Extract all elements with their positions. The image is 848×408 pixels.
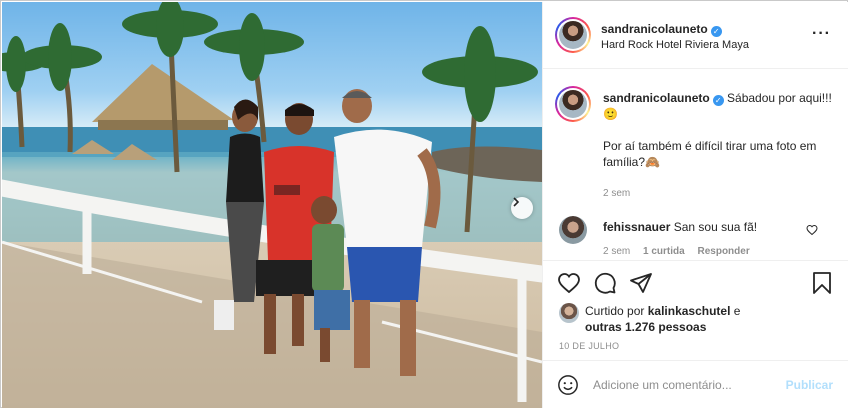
carousel-next-button[interactable] (511, 197, 533, 219)
share-icon[interactable] (629, 271, 653, 295)
publish-button[interactable]: Publicar (786, 378, 833, 392)
comment-icon[interactable] (593, 271, 617, 295)
liker-username[interactable]: kalinkaschutel (648, 304, 731, 318)
caption-text: sandranicolauneto ✓ Sábadou por aqui!!!🙂 … (603, 90, 833, 202)
likes-prefix: Curtido por (585, 304, 645, 318)
add-comment-bar: Publicar (543, 360, 848, 408)
caption-block: sandranicolauneto ✓ Sábadou por aqui!!!🙂 … (543, 70, 848, 260)
post-window: sandranicolauneto ✓ Hard Rock Hotel Rivie… (0, 0, 848, 408)
caption-username[interactable]: sandranicolauneto (603, 91, 710, 105)
author-avatar[interactable] (555, 17, 591, 53)
verified-badge-icon: ✓ (710, 26, 722, 37)
post-date[interactable]: 10 DE JULHO (559, 341, 619, 351)
author-username[interactable]: sandranicolauneto (601, 22, 708, 36)
post-header: sandranicolauneto ✓ Hard Rock Hotel Rivie… (543, 2, 848, 69)
caption-author-avatar[interactable] (555, 86, 591, 122)
post-photo[interactable] (2, 2, 542, 408)
family-beach-photo (2, 2, 542, 408)
heart-icon[interactable] (557, 271, 581, 295)
post-details-panel: sandranicolauneto ✓ Hard Rock Hotel Rivie… (542, 2, 848, 408)
reply-button[interactable]: Responder (697, 246, 749, 257)
verified-badge-icon: ✓ (712, 95, 724, 106)
post-actions: Curtido por kalinkaschutel e outras 1.27… (543, 260, 848, 360)
chevron-right-icon (513, 197, 520, 207)
caption-time[interactable]: 2 sem (603, 186, 833, 202)
comment-input[interactable] (593, 375, 773, 395)
commenter-username[interactable]: fehissnauer (603, 220, 670, 234)
comment-likes[interactable]: 1 curtida (643, 246, 685, 257)
likes-others[interactable]: outras 1.276 pessoas (585, 320, 706, 334)
emoji-icon[interactable] (557, 374, 579, 396)
comment-time[interactable]: 2 sem (603, 246, 630, 257)
commenter-avatar[interactable] (559, 216, 587, 244)
bookmark-icon[interactable] (811, 271, 833, 295)
liker-avatar[interactable] (559, 303, 579, 323)
comment-text: San sou sua fã! (673, 220, 758, 234)
post-location[interactable]: Hard Rock Hotel Riviera Maya (601, 39, 749, 51)
caption-line-2: Por aí também é difícil tirar uma foto e… (603, 139, 817, 169)
likes-connector: e (733, 304, 741, 318)
more-options-icon[interactable]: ··· (812, 26, 831, 42)
comment-heart-icon[interactable] (806, 224, 818, 236)
